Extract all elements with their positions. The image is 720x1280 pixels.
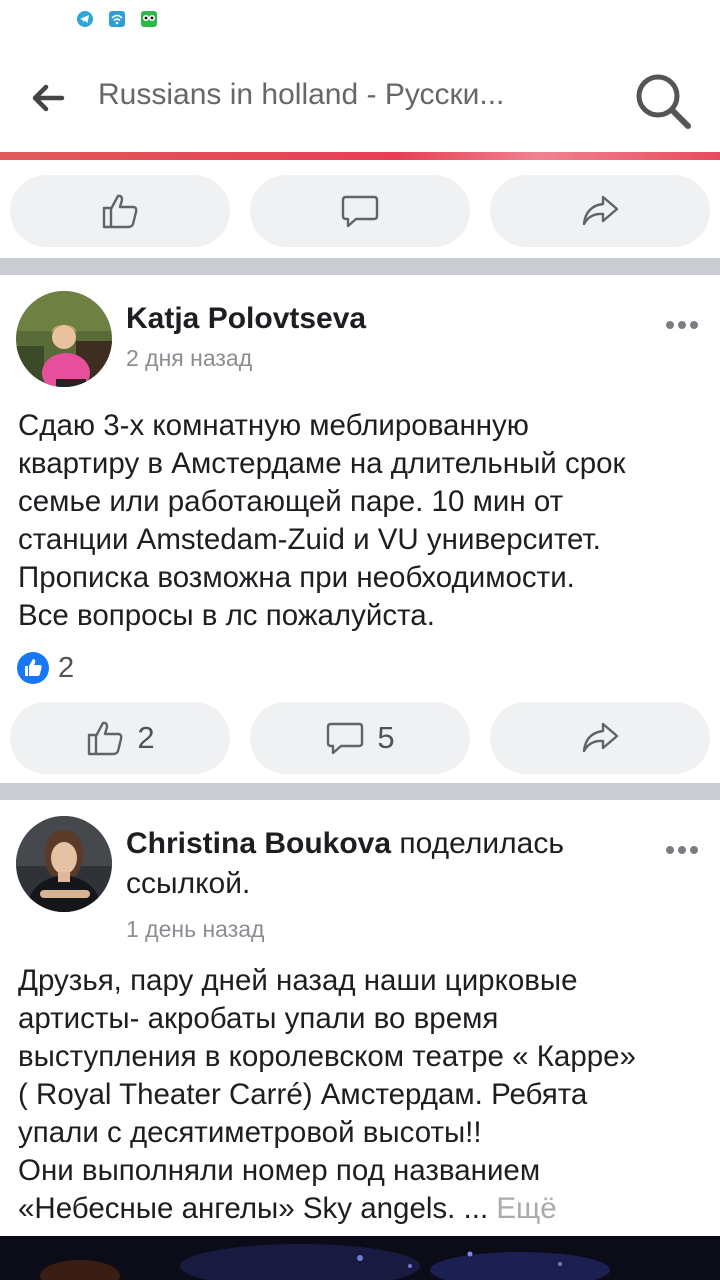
avatar[interactable] (16, 816, 112, 912)
share-icon (582, 195, 619, 226)
post-actions: 2 5 (0, 702, 720, 774)
more-options-icon[interactable] (662, 315, 702, 335)
share-button[interactable] (490, 702, 710, 774)
owl-app-icon (141, 11, 157, 27)
thumbs-up-icon (88, 721, 123, 756)
telegram-icon (77, 11, 93, 27)
loading-progress-bar (0, 152, 720, 160)
post-author-line: Katja Polovtseva (126, 299, 646, 339)
previous-post-actions (0, 175, 720, 247)
status-bar (0, 0, 720, 40)
share-button[interactable] (490, 175, 710, 247)
comment-button[interactable]: 5 (250, 702, 470, 774)
reaction-count: 2 (58, 651, 75, 684)
post-author-line: Christina Boukova поделилась ссылкой. (126, 824, 646, 904)
post-separator (0, 258, 720, 275)
comment-count: 5 (377, 720, 395, 755)
comment-icon (327, 722, 364, 755)
group-title[interactable]: Russians in holland - Русски... (98, 78, 578, 112)
like-count: 2 (137, 720, 155, 755)
post-text-content: Друзья, пару дней назад наши цирковые ар… (18, 964, 636, 1225)
post-separator (0, 783, 720, 800)
more-options-icon[interactable] (662, 840, 702, 860)
post-timestamp[interactable]: 1 день назад (126, 916, 264, 943)
post-timestamp[interactable]: 2 дня назад (126, 345, 252, 372)
like-reaction-icon (17, 652, 49, 684)
post-text: Сдаю 3-х комнатную меблированную квартир… (18, 409, 626, 632)
comment-button[interactable] (250, 175, 470, 247)
thumbs-up-icon (102, 194, 138, 229)
author-name[interactable]: Christina Boukova (126, 827, 391, 860)
like-button[interactable]: 2 (10, 702, 230, 774)
author-name[interactable]: Katja Polovtseva (126, 302, 366, 335)
comment-icon (341, 195, 379, 228)
post-media-preview[interactable] (0, 1236, 720, 1280)
post-text: Друзья, пару дней назад наши цирковые ар… (18, 962, 708, 1228)
app-header: Russians in holland - Русски... (0, 40, 720, 152)
search-icon[interactable] (632, 70, 694, 132)
like-button[interactable] (10, 175, 230, 247)
see-more-link[interactable]: Ещё (496, 1192, 556, 1225)
avatar[interactable] (16, 291, 112, 387)
back-arrow-icon[interactable] (28, 78, 68, 118)
reaction-summary[interactable]: 2 (16, 651, 74, 685)
share-icon (582, 722, 619, 753)
wifi-icon (109, 11, 125, 27)
